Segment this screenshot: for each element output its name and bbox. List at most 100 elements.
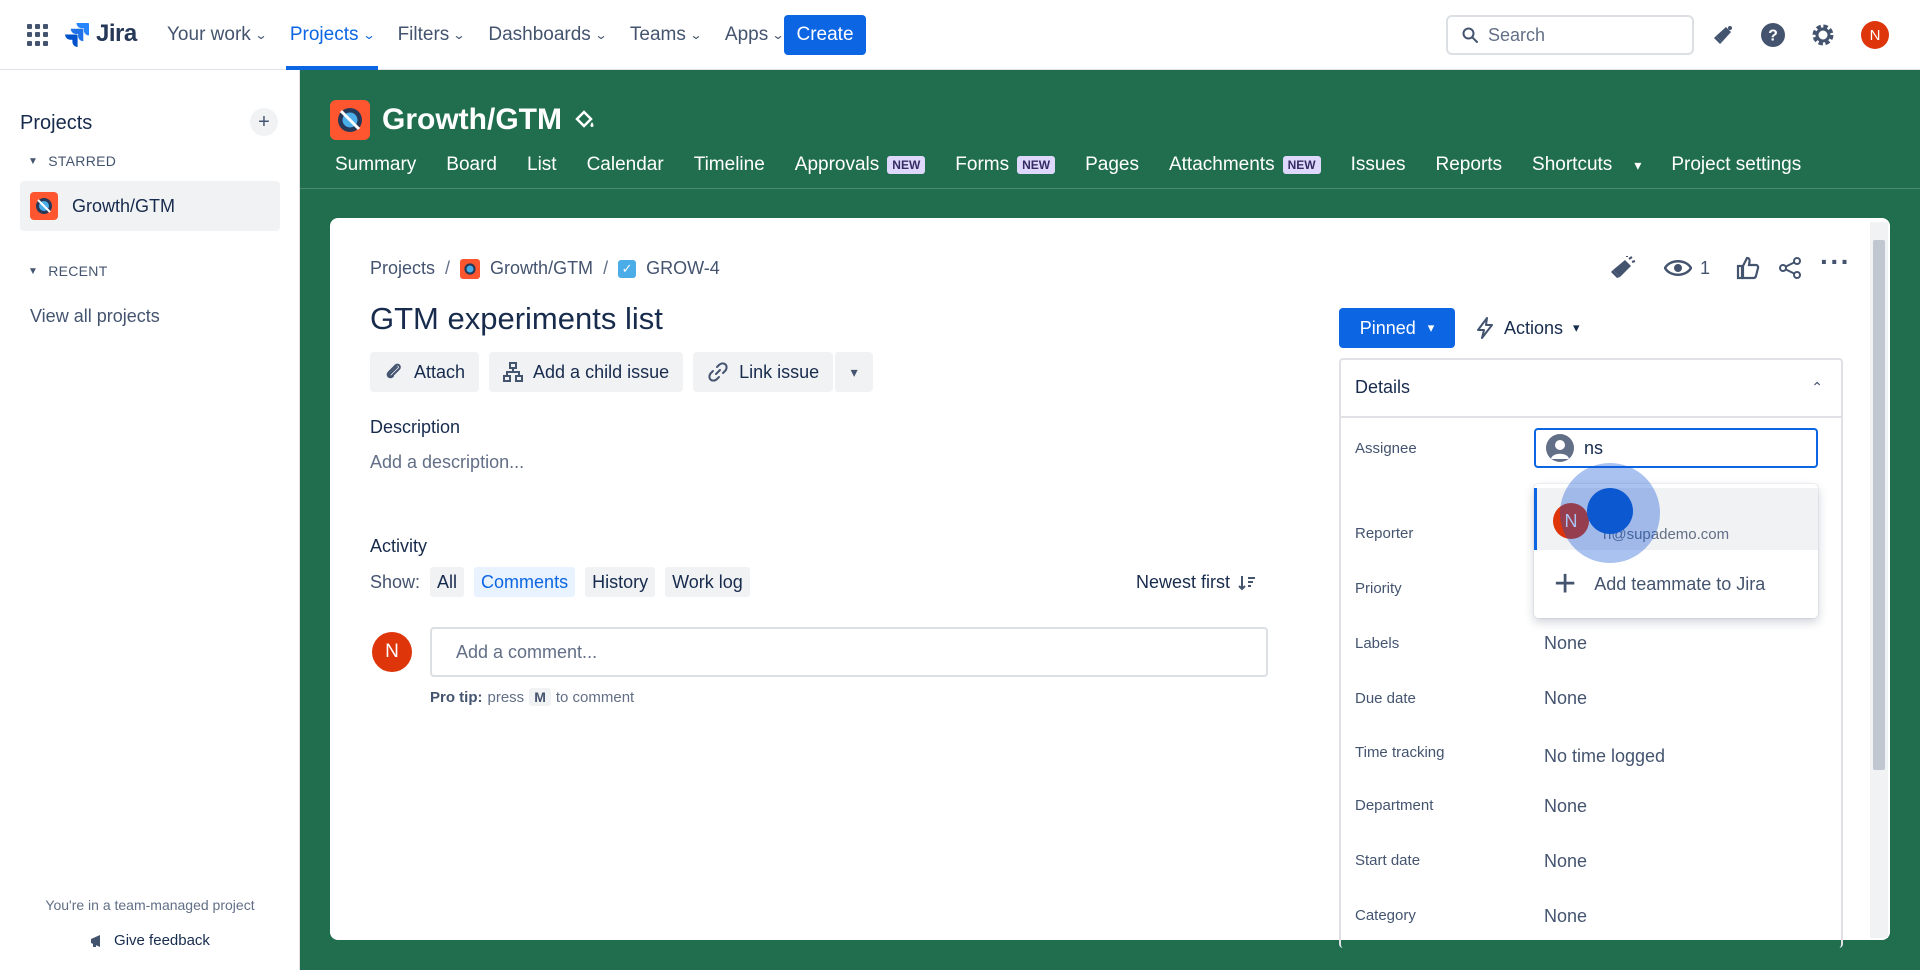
- nav-dashboards[interactable]: Dashboards ⌄: [488, 0, 607, 70]
- project-avatar-icon: [330, 100, 370, 140]
- issue-title[interactable]: GTM experiments list: [370, 301, 663, 337]
- help-icon[interactable]: ?: [1760, 22, 1786, 48]
- filter-comments[interactable]: Comments: [474, 567, 576, 597]
- breadcrumb: Projects / Growth/GTM / ✓ GROW-4: [370, 258, 720, 279]
- scrollbar-thumb[interactable]: [1873, 240, 1885, 770]
- sidebar-item-growth-gtm[interactable]: Growth/GTM: [20, 181, 280, 231]
- nav-apps[interactable]: Apps ⌄: [725, 0, 785, 70]
- watch-button[interactable]: 1: [1664, 258, 1710, 279]
- filter-work-log[interactable]: Work log: [665, 567, 750, 597]
- department-value[interactable]: None: [1544, 796, 1587, 817]
- button-label: Pinned: [1359, 317, 1416, 338]
- app-switcher-icon[interactable]: [27, 24, 49, 46]
- tab-attachments[interactable]: Attachments NEW: [1169, 154, 1321, 176]
- actions-button[interactable]: Actions ▾: [1476, 308, 1580, 348]
- jira-logo[interactable]: Jira: [64, 20, 137, 48]
- section-label: STARRED: [48, 153, 117, 169]
- filter-history[interactable]: History: [585, 567, 656, 597]
- pinned-button[interactable]: Pinned ▾: [1339, 308, 1455, 348]
- filter-all[interactable]: All: [430, 567, 465, 597]
- nav-projects[interactable]: Projects ⌄: [285, 0, 378, 70]
- show-label: Show:: [370, 571, 421, 592]
- search-box[interactable]: [1446, 15, 1694, 55]
- tab-summary[interactable]: Summary: [335, 154, 416, 176]
- tab-list[interactable]: List: [527, 154, 557, 176]
- tab-label: Issues: [1350, 154, 1406, 175]
- nav-teams[interactable]: Teams ⌄: [630, 0, 703, 70]
- tab-label: Forms: [955, 154, 1010, 175]
- link-issue-button[interactable]: Link issue: [693, 352, 834, 392]
- tab-timeline[interactable]: Timeline: [694, 154, 765, 176]
- tab-label: Summary: [335, 154, 417, 175]
- sort-descending-icon: [1238, 575, 1256, 590]
- plus-icon: +: [1554, 563, 1577, 605]
- sidebar-section-recent[interactable]: ▼ RECENT: [28, 263, 108, 279]
- nav-label: Your work: [167, 24, 251, 45]
- settings-gear-icon[interactable]: [1810, 22, 1836, 48]
- details-header[interactable]: Details ⌃: [1339, 358, 1843, 418]
- chevron-down-icon: ⌄: [771, 28, 785, 42]
- more-options-icon[interactable]: ···: [1820, 246, 1851, 278]
- reporter-label: Reporter: [1355, 525, 1414, 542]
- search-input[interactable]: [1488, 24, 1668, 46]
- paint-bucket-icon[interactable]: [574, 109, 596, 131]
- tab-calendar[interactable]: Calendar: [587, 154, 664, 176]
- assignee-dropdown: N n@supademo.com + Add teammate to Jira: [1534, 484, 1818, 618]
- protip-text: to comment: [555, 688, 635, 706]
- breadcrumb-project[interactable]: Growth/GTM: [460, 258, 593, 279]
- description-editor[interactable]: Add a description...: [370, 452, 524, 473]
- sidebar-section-starred[interactable]: ▼ STARRED: [28, 153, 116, 169]
- time-tracking-value[interactable]: No time logged: [1544, 746, 1665, 767]
- nav-filters[interactable]: Filters ⌄: [397, 0, 466, 70]
- due-date-value[interactable]: None: [1544, 688, 1587, 709]
- like-thumbs-up-icon[interactable]: [1736, 256, 1760, 280]
- give-feedback-button[interactable]: Give feedback: [0, 932, 300, 949]
- tab-project-settings[interactable]: Project settings: [1671, 154, 1801, 176]
- tab-shortcuts[interactable]: Shortcuts ▾: [1532, 154, 1641, 176]
- create-button[interactable]: Create: [784, 15, 866, 55]
- feedback-megaphone-icon[interactable]: [1610, 256, 1636, 280]
- labels-value[interactable]: None: [1544, 633, 1587, 654]
- nav-label: Filters: [397, 24, 450, 45]
- start-date-value[interactable]: None: [1544, 851, 1587, 872]
- tab-label: Timeline: [693, 154, 765, 175]
- tab-forms[interactable]: Forms NEW: [955, 154, 1056, 176]
- link-icon: [708, 362, 728, 382]
- jira-logo-text: Jira: [96, 20, 137, 47]
- nav-label: Projects: [289, 24, 359, 45]
- assignee-option-user[interactable]: N n@supademo.com: [1534, 488, 1818, 550]
- breadcrumb-projects[interactable]: Projects: [370, 258, 435, 279]
- department-label: Department: [1355, 797, 1434, 814]
- tab-pages[interactable]: Pages: [1085, 154, 1139, 176]
- comment-input[interactable]: [430, 627, 1268, 677]
- button-label: Link issue: [739, 361, 820, 382]
- tab-label: Calendar: [586, 154, 664, 175]
- panel-scrollbar[interactable]: [1870, 222, 1888, 938]
- tab-label: Project settings: [1671, 154, 1802, 175]
- add-child-issue-button[interactable]: Add a child issue: [489, 352, 684, 392]
- add-project-button[interactable]: +: [250, 108, 278, 136]
- attach-button[interactable]: Attach: [370, 352, 480, 392]
- tab-issues[interactable]: Issues: [1351, 154, 1406, 176]
- nav-your-work[interactable]: Your work ⌄: [167, 0, 267, 70]
- breadcrumb-issue-key[interactable]: ✓ GROW-4: [618, 258, 720, 279]
- view-all-projects-link[interactable]: View all projects: [30, 306, 160, 327]
- chevron-down-icon: ⌄: [452, 28, 466, 42]
- user-avatar[interactable]: N: [1861, 21, 1889, 49]
- tab-reports[interactable]: Reports: [1436, 154, 1503, 176]
- chevron-up-icon: ⌃: [1811, 378, 1823, 395]
- share-icon[interactable]: [1778, 256, 1802, 280]
- tab-board[interactable]: Board: [446, 154, 497, 176]
- sort-order-button[interactable]: Newest first: [1136, 572, 1256, 593]
- add-teammate-option[interactable]: + Add teammate to Jira: [1534, 556, 1818, 612]
- assignee-input[interactable]: [1584, 437, 1804, 459]
- tab-approvals[interactable]: Approvals NEW: [795, 154, 926, 176]
- plus-icon: +: [258, 110, 270, 133]
- section-label: RECENT: [48, 263, 108, 279]
- category-value[interactable]: None: [1544, 906, 1587, 927]
- chevron-down-icon: ▾: [1573, 320, 1580, 335]
- assignee-picker[interactable]: [1534, 428, 1818, 468]
- issue-top-actions: 1 ···: [1610, 246, 1851, 280]
- notifications-icon[interactable]: [1711, 22, 1737, 48]
- more-actions-dropdown[interactable]: ▾: [833, 352, 874, 392]
